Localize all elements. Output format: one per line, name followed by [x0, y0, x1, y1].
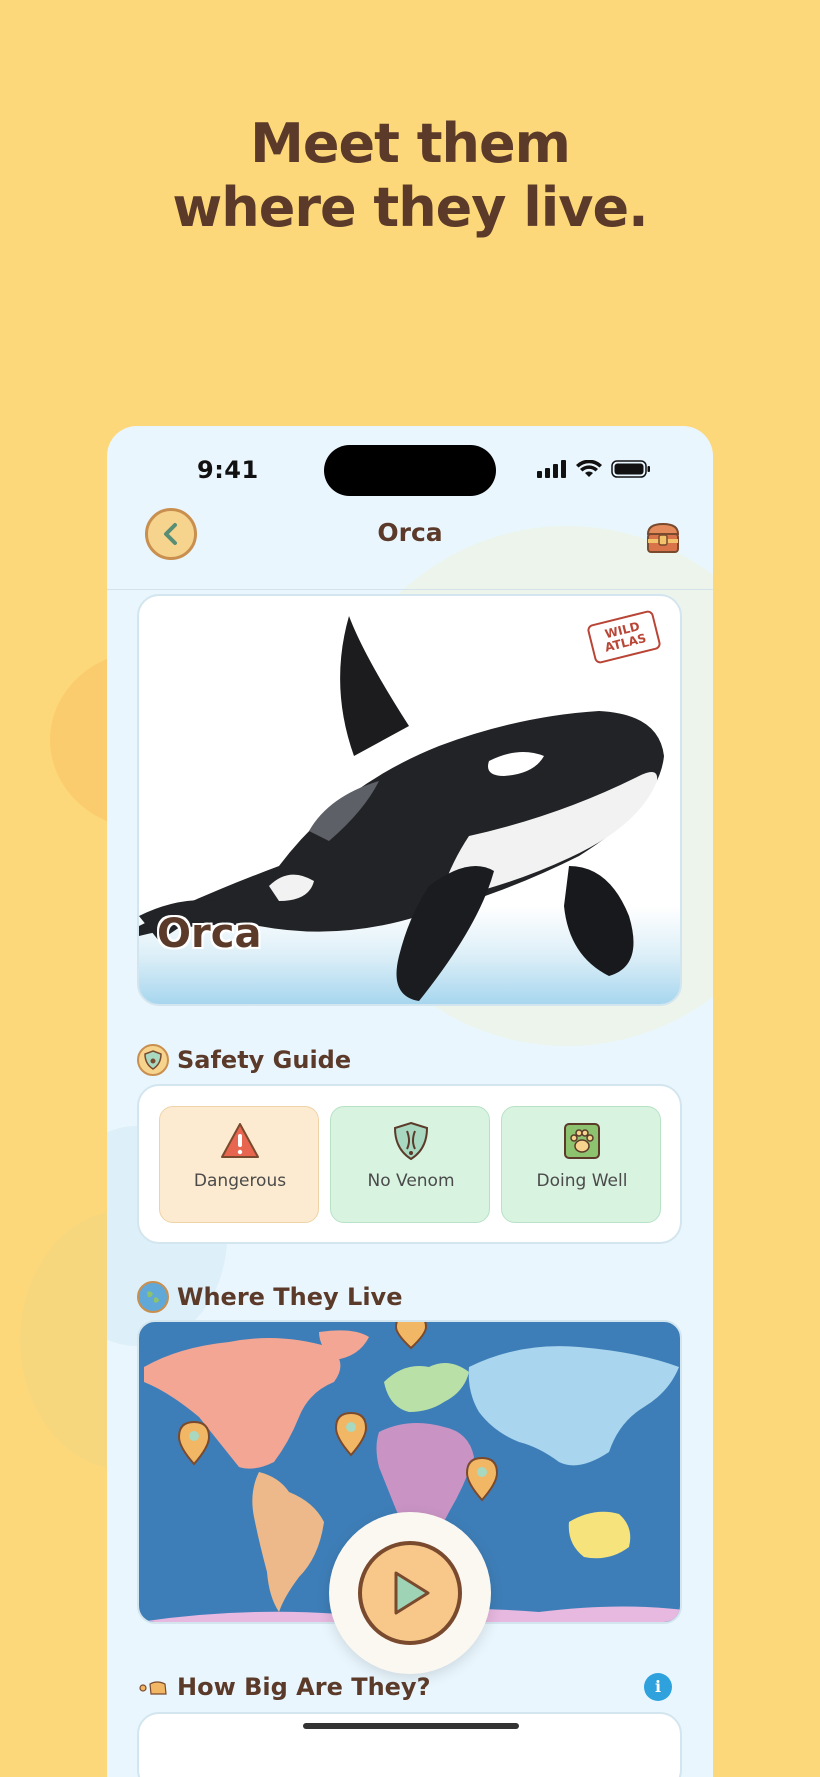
- paw-icon: [564, 1123, 600, 1159]
- hero-image-card: WILD ATLAS Orca: [137, 594, 682, 1006]
- play-icon: [394, 1571, 430, 1615]
- phone-screen: 9:41 Orca WILD ATLAS Orca Safety Guide D…: [107, 426, 713, 1777]
- where-they-live-header: Where They Live: [137, 1281, 402, 1313]
- safety-guide-title: Safety Guide: [177, 1046, 352, 1074]
- treasure-chest-button[interactable]: [645, 520, 681, 556]
- size-comparison-card: [137, 1712, 682, 1777]
- safety-item-no-venom[interactable]: No Venom: [330, 1106, 490, 1223]
- globe-icon: [137, 1281, 169, 1313]
- safety-item-label: Doing Well: [536, 1171, 628, 1191]
- play-button-inner: [358, 1541, 462, 1645]
- location-pin-icon: [465, 1456, 499, 1502]
- size-comparison-icon: [137, 1671, 169, 1703]
- status-time: 9:41: [197, 456, 259, 484]
- page-headline: Meet them where they live.: [0, 112, 820, 240]
- safety-guide-header: Safety Guide: [137, 1044, 351, 1076]
- location-pin-icon: [394, 1322, 428, 1350]
- cellular-signal-icon: [537, 460, 566, 478]
- headline-line-1: Meet them: [250, 112, 571, 175]
- play-button[interactable]: [329, 1512, 491, 1674]
- nav-title: Orca: [377, 518, 443, 547]
- how-big-header: How Big Are They?: [137, 1671, 431, 1703]
- home-indicator[interactable]: [303, 1723, 519, 1729]
- safety-guide-card: Dangerous No Venom Doing Well: [137, 1084, 682, 1244]
- battery-icon: [611, 460, 650, 478]
- headline-line-2: where they live.: [172, 176, 648, 239]
- status-bar: 9:41: [107, 426, 713, 506]
- shield-paw-icon: [137, 1044, 169, 1076]
- status-icons: [537, 460, 651, 478]
- where-they-live-title: Where They Live: [177, 1283, 403, 1311]
- safety-item-label: No Venom: [367, 1171, 455, 1191]
- location-pin-icon: [177, 1420, 211, 1466]
- safety-item-label: Dangerous: [193, 1171, 287, 1191]
- hero-animal-name: Orca: [157, 911, 262, 957]
- treasure-chest-icon: [646, 522, 680, 553]
- dynamic-island: [324, 445, 496, 496]
- location-pin-icon: [334, 1411, 368, 1457]
- safety-item-doing-well[interactable]: Doing Well: [501, 1106, 661, 1223]
- how-big-title: How Big Are They?: [177, 1673, 431, 1701]
- info-button[interactable]: i: [644, 1673, 672, 1701]
- warning-icon: [221, 1123, 259, 1158]
- no-venom-icon: [393, 1121, 429, 1161]
- safety-item-dangerous[interactable]: Dangerous: [159, 1106, 319, 1223]
- wifi-icon: [576, 460, 602, 477]
